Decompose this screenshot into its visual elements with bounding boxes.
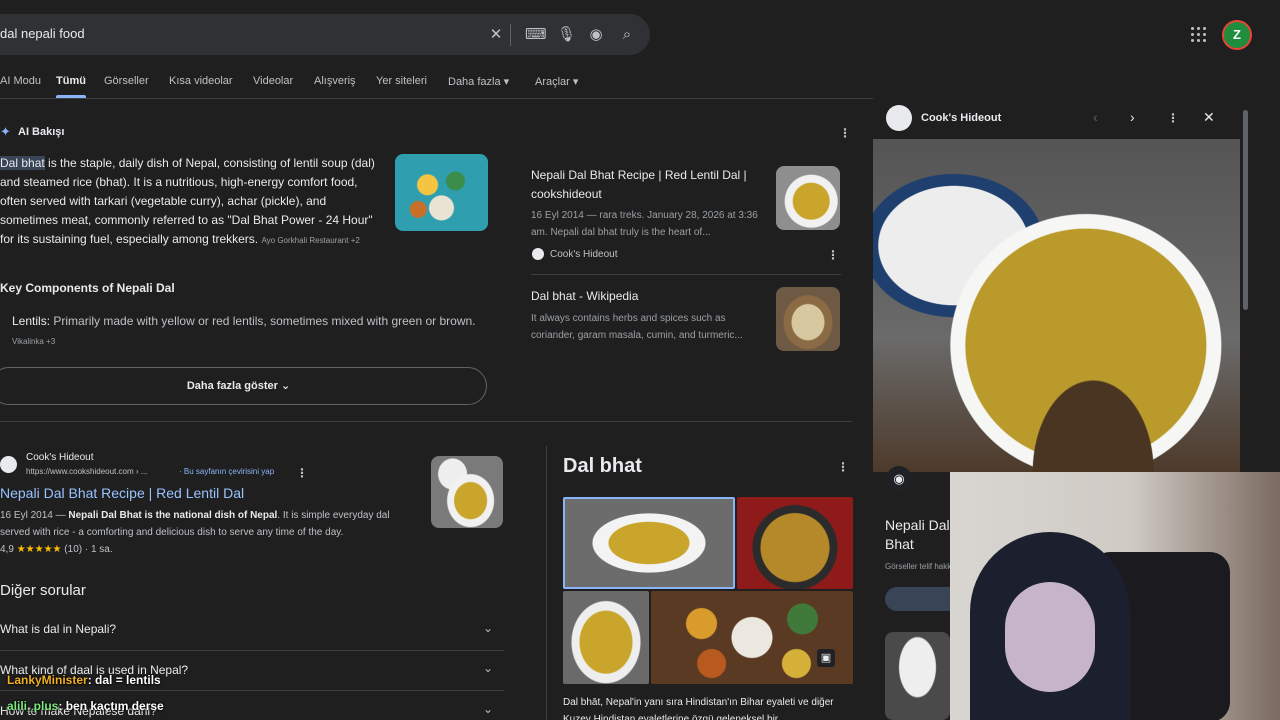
search-icon[interactable]: ⌕	[618, 26, 636, 44]
keyboard-icon[interactable]: ⌨	[525, 26, 547, 44]
tab-images[interactable]: Görseller	[104, 75, 149, 87]
close-icon[interactable]: ✕	[1203, 109, 1215, 126]
webcam-overlay	[950, 472, 1280, 720]
tab-videos[interactable]: Videolar	[253, 75, 293, 87]
streamer-face	[1005, 582, 1095, 692]
image-gallery-icon[interactable]: ▣	[817, 649, 835, 667]
tab-shopping[interactable]: Alışveriş	[314, 75, 356, 87]
source-card-snippet: 16 Eyl 2014 — rara treks. January 28, 20…	[531, 210, 758, 238]
chat-message: alili_plus: ben kaçtım derse	[0, 699, 164, 713]
key-components-heading: Key Components of Nepali Dal	[0, 281, 175, 295]
result-thumbnail[interactable]	[431, 456, 503, 528]
chat-text: : dal = lentils	[87, 673, 161, 687]
source-card-site: Cook's Hideout	[550, 249, 618, 260]
source-card-title[interactable]: Nepali Dal Bhat Recipe | Red Lentil Dal …	[531, 166, 766, 204]
lens-search-icon[interactable]: ◉	[886, 466, 912, 492]
mic-icon[interactable]: 🎙	[557, 26, 576, 44]
tab-short-videos[interactable]: Kısa videolar	[169, 75, 233, 87]
more-options-icon[interactable]: ⋮	[827, 248, 839, 262]
next-icon[interactable]: ›	[1130, 109, 1135, 125]
chat-username: alili_plus	[7, 699, 59, 713]
more-options-icon[interactable]: ⋮	[837, 460, 849, 474]
tabs-divider	[0, 98, 873, 99]
preview-subtitle: Görseller telif hakkına tabi olabilir.	[885, 562, 951, 571]
tab-all[interactable]: Tümü	[56, 75, 86, 87]
result-site-name: Cook's Hideout	[26, 452, 94, 463]
more-options-icon[interactable]: ⋮	[296, 466, 308, 480]
chevron-down-icon[interactable]: ⌄	[483, 621, 493, 635]
ai-overview-title: AI Bakışı	[18, 126, 65, 138]
related-image[interactable]	[885, 632, 950, 720]
preview-image[interactable]	[873, 139, 1240, 472]
chevron-down-icon[interactable]: ⌄	[483, 702, 493, 716]
apps-grid-icon[interactable]	[1190, 26, 1208, 44]
question-divider	[0, 690, 504, 691]
search-bar[interactable]: dal nepali food ✕ ⌨ 🎙 ◉ ⌕	[0, 14, 650, 55]
result-snippet: 16 Eyl 2014 — Nepali Dal Bhat is the nat…	[0, 510, 390, 538]
chat-message: LankyMinister: dal = lentils	[0, 673, 161, 687]
dal-bhat-thali-image[interactable]	[395, 154, 488, 231]
section-divider	[0, 421, 852, 422]
ai-overview-body: is the staple, daily dish of Nepal, cons…	[0, 156, 375, 246]
tab-places[interactable]: Yer siteleri	[376, 75, 427, 87]
scrollbar-thumb[interactable]	[1243, 110, 1248, 310]
account-avatar[interactable]: Z	[1222, 20, 1252, 50]
site-favicon	[532, 248, 544, 260]
visit-button[interactable]	[885, 587, 951, 611]
knowledge-panel-description: Dal bhāt, Nepal'in yanı sıra Hindistan'ı…	[563, 697, 834, 720]
source-card-thumbnail[interactable]	[776, 166, 840, 230]
knowledge-panel-title: Dal bhat	[563, 455, 642, 477]
result-title[interactable]: Nepali Dal Bhat Recipe | Red Lentil Dal	[0, 485, 244, 501]
dal-pan-image[interactable]	[737, 497, 853, 589]
source-card-snippet: It always contains herbs and spices such…	[531, 313, 743, 341]
more-options-icon[interactable]: ⋮	[1167, 111, 1179, 125]
dal-bowl-small-image[interactable]	[563, 591, 649, 684]
ai-overview-text: Dal bhat is the staple, daily dish of Ne…	[0, 154, 385, 250]
preview-title[interactable]: Nepali Dal Bhat Recipe | Red Lentil Dal …	[885, 516, 951, 558]
source-card-thumbnail[interactable]	[776, 287, 840, 351]
highlighted-term: Dal bhat	[0, 156, 45, 170]
translate-link[interactable]: · Bu sayfanın çevirisini yap	[179, 467, 274, 476]
clear-icon[interactable]: ✕	[487, 26, 505, 44]
panel-divider	[546, 446, 547, 720]
source-chip[interactable]: Ayo Gorkhali Restaurant +2	[261, 236, 359, 245]
dal-bhat-thali-image[interactable]	[651, 591, 853, 684]
rating-stars: ★★★★★	[16, 544, 62, 555]
chat-text: : ben kaçtım derse	[58, 699, 164, 713]
more-options-icon[interactable]: ⋮	[839, 126, 851, 140]
source-chip[interactable]: Vikalinka +3	[12, 337, 55, 346]
question-item[interactable]: What is dal in Nepali?	[0, 622, 116, 636]
chevron-down-icon[interactable]: ⌄	[483, 661, 493, 675]
result-url[interactable]: https://www.cookshideout.com › ...	[26, 467, 147, 476]
chat-username: LankyMinister	[7, 673, 88, 687]
question-divider	[0, 650, 504, 651]
tab-tools[interactable]: Araçlar ▾	[535, 75, 578, 88]
search-divider	[510, 24, 511, 46]
camera-search-icon[interactable]: ◉	[587, 26, 605, 44]
search-input[interactable]: dal nepali food	[0, 26, 85, 41]
dal-bowl-image[interactable]	[563, 497, 735, 589]
previous-icon[interactable]: ‹	[1093, 109, 1098, 125]
lentils-item: Lentils: Primarily made with yellow or r…	[12, 314, 476, 346]
tab-ai-mode[interactable]: AI Modu	[0, 75, 41, 87]
site-favicon	[0, 456, 17, 473]
source-card-title[interactable]: Dal bhat - Wikipedia	[531, 287, 766, 306]
site-favicon	[886, 105, 912, 131]
card-divider	[531, 274, 841, 275]
tab-more[interactable]: Daha fazla ▾	[448, 75, 509, 88]
preview-source-name[interactable]: Cook's Hideout	[921, 112, 1001, 124]
result-rating: 4,9 ★★★★★ (10) · 1 sa.	[0, 544, 113, 555]
people-also-ask-heading: Diğer sorular	[0, 582, 86, 599]
show-more-button[interactable]: Daha fazla göster ⌄	[0, 367, 487, 405]
sparkle-icon: ✦	[0, 124, 11, 139]
